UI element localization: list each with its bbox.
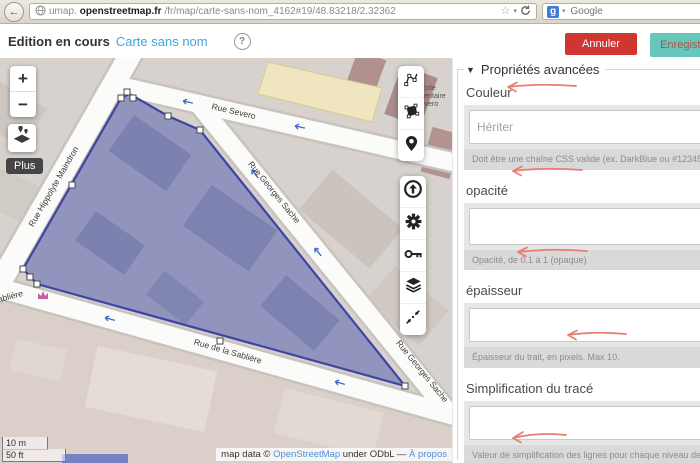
basemap: Rue Hippolyte Maindron Rue Severo Rue Ge… xyxy=(0,58,452,463)
opacite-help: Opacité, de 0.1 à 1 (opaque) xyxy=(464,250,700,271)
opacite-input[interactable] xyxy=(469,208,700,245)
draw-polyline-button[interactable] xyxy=(398,66,424,97)
gear-icon xyxy=(404,212,423,236)
save-button[interactable]: Enregistrer xyxy=(650,33,700,57)
polyline-icon xyxy=(402,70,420,93)
edit-status-label: Edition en cours xyxy=(8,34,110,49)
layers-button[interactable] xyxy=(8,124,36,152)
map-title-link[interactable]: Carte sans nom xyxy=(116,34,208,49)
field-label-opacite: opacité xyxy=(466,183,700,198)
url-domain: openstreetmap.fr xyxy=(80,6,162,17)
layers-stack-icon xyxy=(404,276,423,299)
about-link[interactable]: À propos xyxy=(409,449,447,460)
map-canvas[interactable]: Rue Hippolyte Maindron Rue Severo Rue Ge… xyxy=(0,58,452,463)
field-opacite: opacité Opacité, de 0.1 à 1 (opaque) xyxy=(464,183,700,271)
vertex-handle[interactable] xyxy=(27,274,33,280)
panel-title: Propriétés avancées xyxy=(481,62,600,77)
epaisseur-input[interactable] xyxy=(469,308,700,342)
settings-button[interactable] xyxy=(400,207,426,239)
field-simplification: Simplification du tracé Valeur de simpli… xyxy=(464,381,700,463)
couleur-help: Doit être une chaîne CSS valide (ex. Dar… xyxy=(464,149,700,170)
url-path: /fr/map/carte-sans-nom_4162#19/48.83218/… xyxy=(164,6,497,17)
import-button[interactable] xyxy=(400,176,426,207)
marker-icon xyxy=(404,135,419,157)
google-logo-icon[interactable]: g xyxy=(547,6,559,18)
url-subdomain: umap. xyxy=(49,6,77,17)
vertex-handle[interactable] xyxy=(118,95,124,101)
browser-chrome: ← umap.openstreetmap.fr/fr/map/carte-san… xyxy=(0,0,700,24)
scale-control: 10 m 50 ft xyxy=(2,437,66,462)
measure-icon xyxy=(404,308,422,331)
vertex-handle[interactable] xyxy=(402,383,408,389)
search-input[interactable] xyxy=(569,5,700,18)
couleur-input[interactable] xyxy=(469,110,700,144)
plus-tooltip: Plus xyxy=(6,158,43,174)
reload-icon[interactable] xyxy=(520,5,531,19)
simplification-help: Valeur de simplification des lignes pour… xyxy=(464,445,700,463)
manage-layers-button[interactable] xyxy=(400,271,426,303)
polygon-icon xyxy=(402,102,420,125)
field-label-couleur: Couleur xyxy=(466,85,700,100)
field-label-simplification: Simplification du tracé xyxy=(466,381,700,396)
scale-imperial: 50 ft xyxy=(2,449,66,462)
epaisseur-help: Épaisseur du trait, en pixels. Max 10. xyxy=(464,347,700,368)
url-dropdown-icon[interactable]: ▾ xyxy=(513,8,517,15)
edit-toolbar xyxy=(400,176,426,335)
vertex-handle[interactable] xyxy=(197,127,203,133)
attribution-prefix: map data © xyxy=(221,449,270,460)
advanced-properties-toggle[interactable]: ▼ Propriétés avancées xyxy=(464,62,605,77)
field-epaisseur: épaisseur Épaisseur du trait, en pixels.… xyxy=(464,283,700,368)
cancel-button[interactable]: Annuler xyxy=(565,33,637,55)
vertex-handle[interactable] xyxy=(124,89,130,95)
advanced-properties-fieldset: ▼ Propriétés avancées Couleur Doit être … xyxy=(457,62,700,460)
vertex-handle[interactable] xyxy=(165,113,171,119)
vertex-handle[interactable] xyxy=(20,266,26,272)
field-couleur: Couleur Doit être une chaîne CSS valide … xyxy=(464,85,700,170)
simplification-input[interactable] xyxy=(469,406,700,440)
layers-pins-icon xyxy=(12,126,32,151)
key-icon xyxy=(404,247,423,265)
draw-polygon-button[interactable] xyxy=(398,97,424,129)
back-button[interactable]: ← xyxy=(4,2,24,22)
blue-building xyxy=(62,454,128,463)
zoom-control: + − xyxy=(10,66,36,117)
osm-link[interactable]: OpenStreetMap xyxy=(273,449,340,460)
arrow-up-circle-icon xyxy=(403,179,423,204)
umap-header: Edition en cours Carte sans nom ? Annule… xyxy=(0,24,700,58)
search-box[interactable]: g ▾ xyxy=(542,3,700,20)
vertex-handle[interactable] xyxy=(69,182,75,188)
search-engine-dropdown-icon[interactable]: ▾ xyxy=(562,8,566,15)
vertex-handle[interactable] xyxy=(130,95,136,101)
draw-toolbar xyxy=(398,66,424,161)
map-attribution: map data © OpenStreetMap under ODbL — À … xyxy=(216,448,452,461)
collapse-triangle-icon: ▼ xyxy=(466,65,475,75)
properties-panel: ▼ Propriétés avancées Couleur Doit être … xyxy=(452,58,700,463)
help-icon[interactable]: ? xyxy=(234,33,251,50)
permissions-button[interactable] xyxy=(400,239,426,271)
draw-marker-button[interactable] xyxy=(398,129,424,161)
globe-icon xyxy=(35,5,46,19)
zoom-out-button[interactable]: − xyxy=(10,91,36,117)
measure-button[interactable] xyxy=(400,303,426,335)
vertex-handle[interactable] xyxy=(34,281,40,287)
field-label-epaisseur: épaisseur xyxy=(466,283,700,298)
url-bar[interactable]: umap.openstreetmap.fr/fr/map/carte-sans-… xyxy=(29,3,537,20)
zoom-in-button[interactable]: + xyxy=(10,66,36,91)
attribution-middle: under ODbL — xyxy=(343,449,407,460)
bookmark-star-icon[interactable]: ☆ xyxy=(501,6,511,17)
